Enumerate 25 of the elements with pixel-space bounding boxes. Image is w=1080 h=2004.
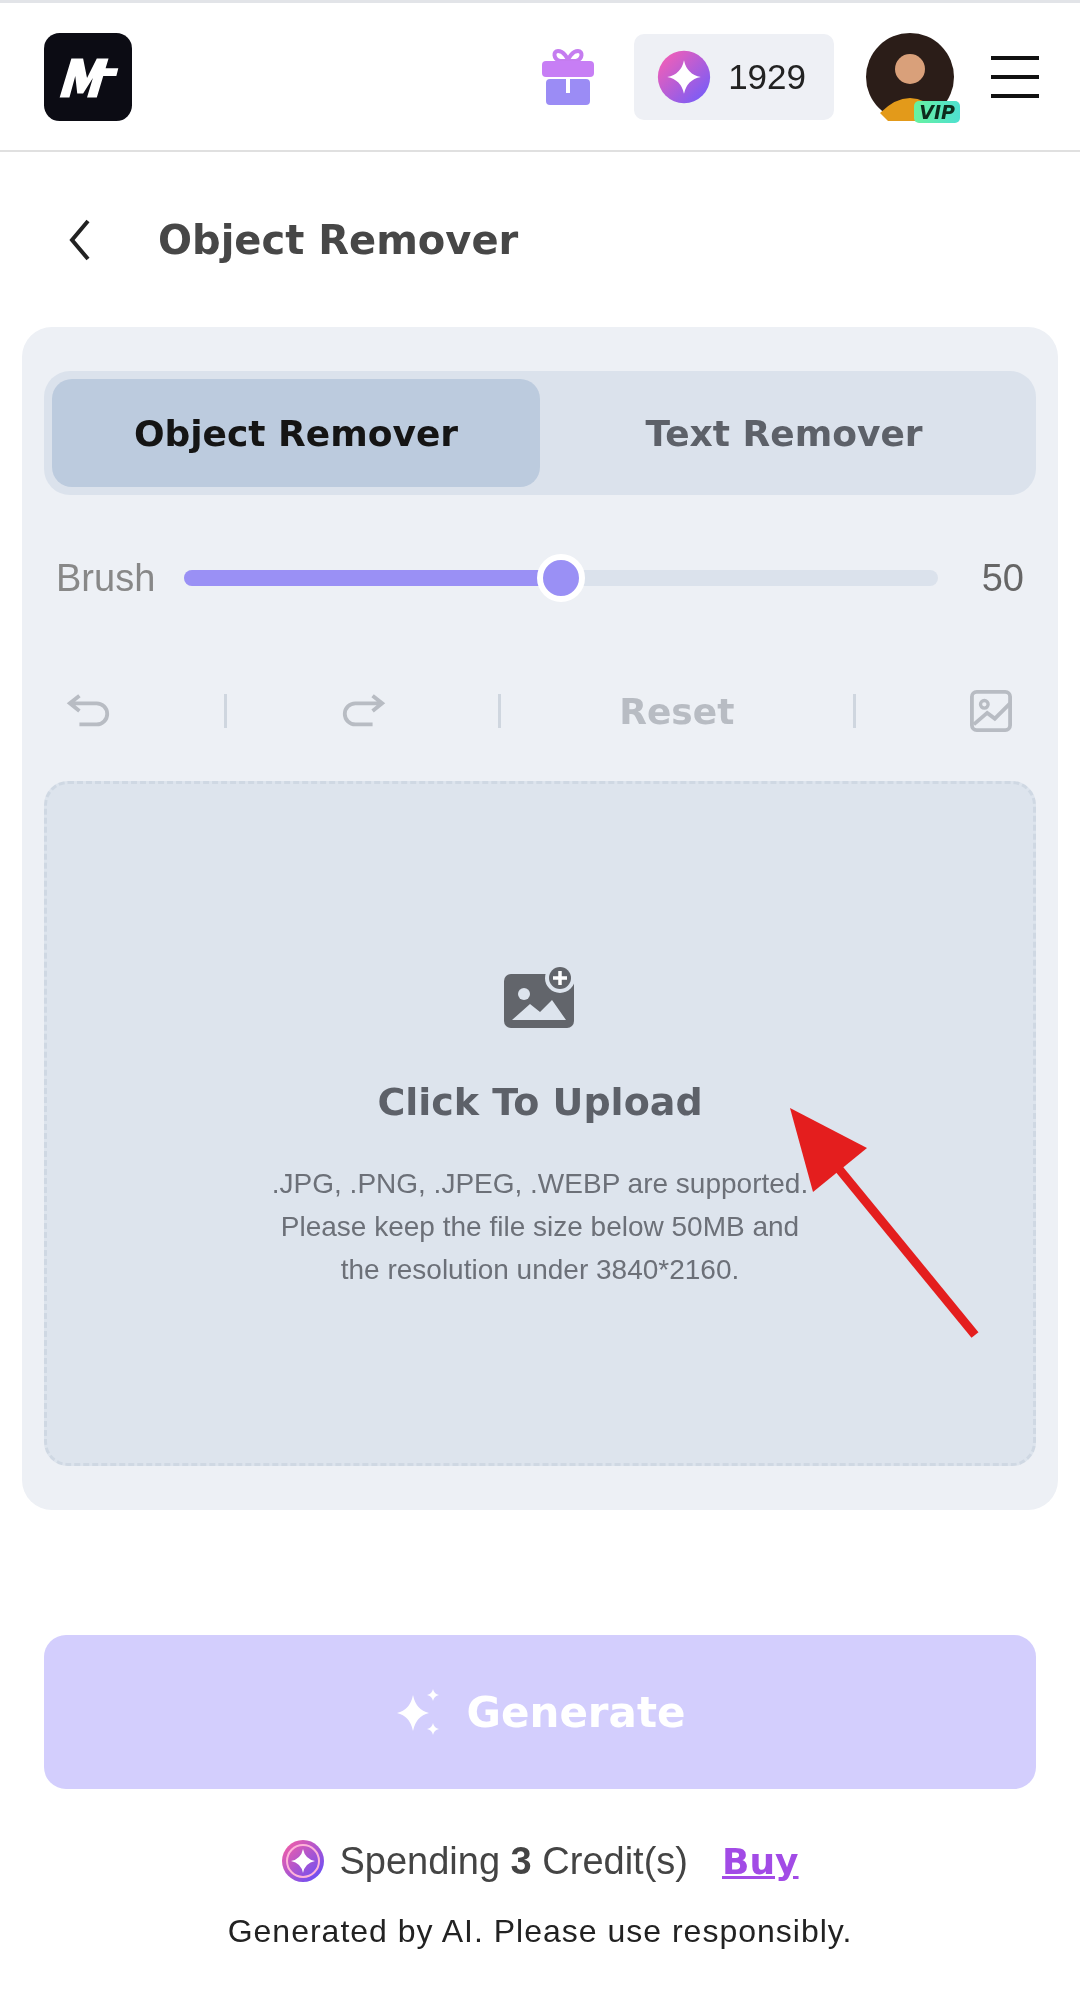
add-image-icon xyxy=(504,964,576,1028)
upload-hint: Please keep the file size below 50MB and xyxy=(280,1210,800,1244)
back-icon[interactable] xyxy=(68,217,92,262)
tab[interactable]: Object Remover xyxy=(52,379,540,487)
image-icon[interactable] xyxy=(968,690,1014,732)
credit-cost: Spending 3 Credit(s) xyxy=(339,1839,688,1883)
upload-title: Click To Upload xyxy=(377,1080,703,1124)
app-logo-icon[interactable] xyxy=(44,32,132,121)
upload-area[interactable]: Click To Upload .JPG, .PNG, .JPEG, .WEBP are supported. Please keep the file size below 50MB and the resolution under 3840*2160. xyxy=(44,781,1036,1466)
page-title: Object Remover xyxy=(158,216,519,263)
gift-icon[interactable] xyxy=(540,46,597,107)
disclaimer: Generated by AI. Please use responsibly. xyxy=(226,1913,854,1950)
avatar[interactable] xyxy=(866,32,954,121)
menu-icon[interactable] xyxy=(990,54,1040,99)
buy-link[interactable]: Buy xyxy=(722,1840,799,1882)
tab[interactable]: Text Remover xyxy=(540,379,1028,487)
sparkle-icon xyxy=(656,48,713,105)
credit-icon xyxy=(281,1839,326,1883)
brush-value: 50 xyxy=(981,556,1024,600)
upload-hint: the resolution under 3840*2160. xyxy=(340,1253,740,1287)
upload-hint: .JPG, .PNG, .JPEG, .WEBP are supported. xyxy=(271,1167,809,1201)
credits-badge[interactable]: 1929 xyxy=(634,33,834,120)
slider-thumb[interactable] xyxy=(536,554,585,602)
vip-badge: VIP xyxy=(914,100,960,123)
brush-label: Brush xyxy=(56,556,157,600)
